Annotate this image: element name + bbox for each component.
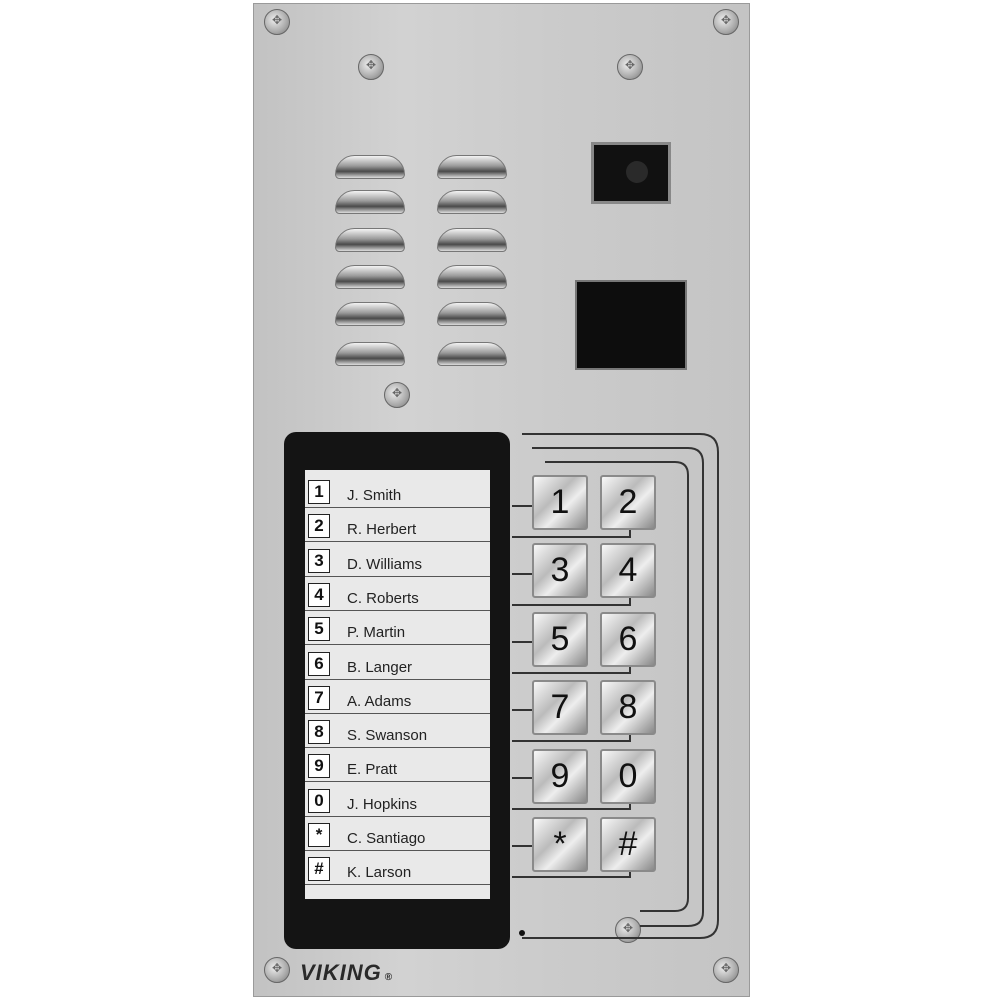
keypad-button-8[interactable]: 8	[600, 680, 656, 736]
directory-entry: 8 S. Swanson	[305, 714, 490, 749]
logo-text: VIKING	[300, 960, 382, 985]
directory-key: 1	[308, 480, 330, 504]
directory-key: 2	[308, 514, 330, 539]
directory-key: 5	[308, 617, 330, 642]
keypad-button-6[interactable]: 6	[600, 611, 656, 667]
directory-card: 1 J. Smith 2 R. Herbert 3 D. Williams 4 C. Robe…	[305, 470, 490, 899]
directory-key: 7	[308, 685, 330, 710]
directory-entry: 9 E. Pratt	[305, 748, 490, 783]
keypad-button-7[interactable]: 7	[532, 680, 588, 736]
directory-key: 9	[308, 754, 330, 779]
keypad-button-0[interactable]: 0	[600, 748, 656, 804]
directory-entry: 5 P. Martin	[305, 611, 490, 646]
indicator-led	[519, 930, 525, 936]
directory-name: J. Hopkins	[347, 795, 418, 813]
directory-entry: 4 C. Roberts	[305, 577, 490, 611]
directory-key: 6	[308, 651, 330, 676]
directory-entry: * C. Santiago	[305, 817, 490, 851]
registered-mark: ®	[384, 972, 394, 983]
directory-key: 4	[308, 582, 330, 607]
directory-name: E. Pratt	[347, 761, 398, 779]
directory-entry: 7 A. Adams	[305, 680, 490, 714]
directory-name: D. Williams	[347, 555, 422, 573]
directory-entry: 2 R. Herbert	[305, 508, 490, 543]
keypad-button-1[interactable]: 1	[532, 475, 588, 530]
directory-entry: # K. Larson	[305, 851, 490, 886]
directory-entry: 6 B. Langer	[305, 646, 490, 680]
directory-name: B. Langer	[347, 658, 413, 676]
directory-key: 0	[308, 788, 330, 813]
keypad-button-9[interactable]: 9	[532, 748, 588, 804]
directory-key: 8	[308, 720, 330, 745]
directory-name: A. Adams	[347, 692, 412, 710]
keypad-button-3[interactable]: 3	[532, 543, 588, 599]
directory-entry: 3 D. Williams	[305, 543, 490, 577]
directory-key: *	[308, 823, 330, 847]
keypad-button-5[interactable]: 5	[532, 611, 588, 667]
directory-key: #	[308, 857, 330, 882]
keypad-button-hash[interactable]: #	[600, 817, 656, 872]
directory-name: S. Swanson	[347, 727, 428, 745]
keypad-button-2[interactable]: 2	[600, 475, 656, 530]
directory-entry: 0 J. Hopkins	[305, 783, 490, 817]
directory-name: K. Larson	[347, 864, 412, 882]
directory-entry: 1 J. Smith	[305, 474, 490, 508]
viking-logo: VIKING ®	[300, 960, 393, 986]
directory-key: 3	[308, 548, 330, 573]
keypad-button-4[interactable]: 4	[600, 543, 656, 599]
directory-name: R. Herbert	[347, 521, 417, 539]
directory-name: C. Santiago	[347, 830, 426, 847]
directory-name: P. Martin	[347, 624, 406, 642]
keypad-button-star[interactable]: *	[532, 817, 588, 872]
directory-name: J. Smith	[347, 487, 402, 504]
directory-name: C. Roberts	[347, 589, 419, 607]
